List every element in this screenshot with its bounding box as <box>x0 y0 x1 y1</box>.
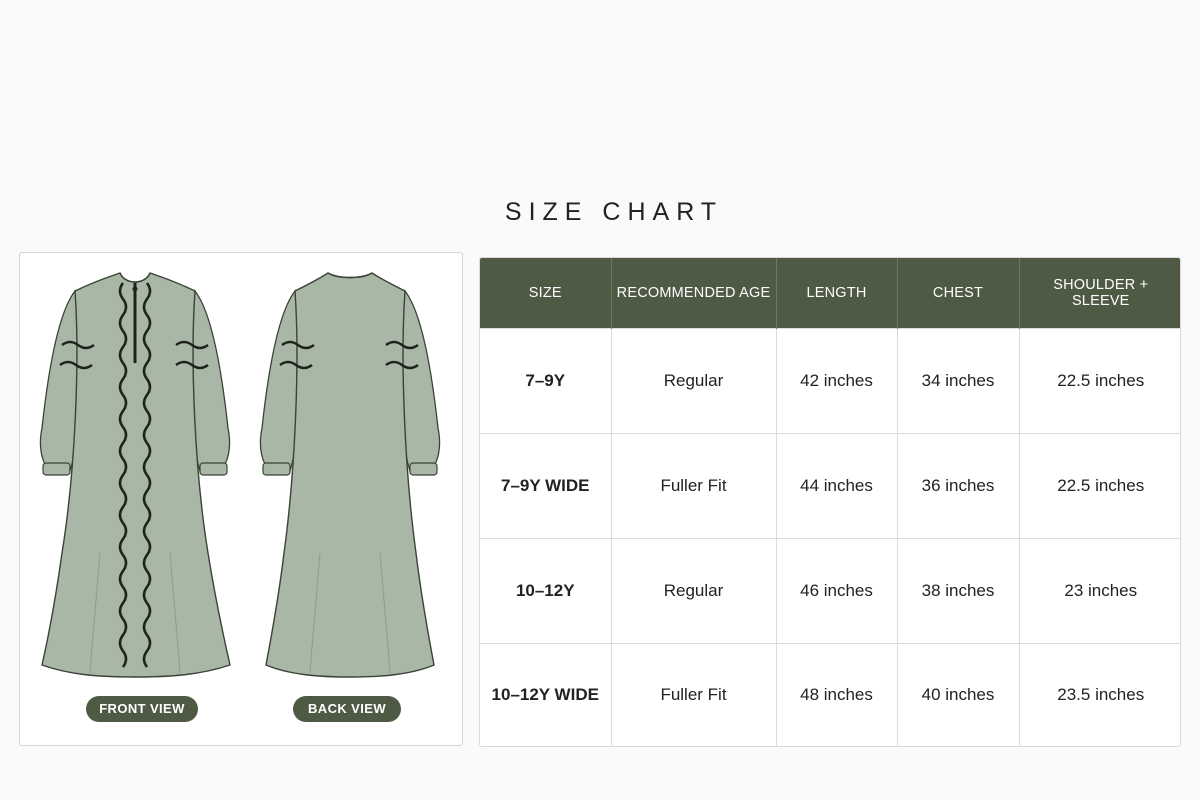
chest-cell: 40 inches <box>897 642 1020 746</box>
table-row: 7–9Y WIDE Fuller Fit 44 inches 36 inches… <box>480 432 1180 539</box>
shoulder-sleeve-cell: 22.5 inches <box>1019 432 1180 539</box>
shoulder-sleeve-cell: 23.5 inches <box>1019 642 1180 746</box>
age-cell: Fuller Fit <box>611 642 777 746</box>
shoulder-sleeve-cell: 22.5 inches <box>1019 328 1180 434</box>
column-header-size: SIZE <box>480 258 612 329</box>
chest-cell: 36 inches <box>897 432 1020 539</box>
length-cell: 48 inches <box>776 642 898 746</box>
table-header-row: SIZE RECOMMENDED AGE LENGTH CHEST SHOULD… <box>480 258 1180 329</box>
chest-cell: 38 inches <box>897 537 1020 644</box>
age-cell: Regular <box>611 537 777 644</box>
size-chart-table: SIZE RECOMMENDED AGE LENGTH CHEST SHOULD… <box>479 257 1181 747</box>
age-cell: Regular <box>611 328 777 434</box>
table-row: 10–12Y WIDE Fuller Fit 48 inches 40 inch… <box>480 642 1180 746</box>
column-header-chest: CHEST <box>897 258 1020 329</box>
size-cell: 10–12Y WIDE <box>480 642 612 746</box>
length-cell: 46 inches <box>776 537 898 644</box>
back-view-label: BACK VIEW <box>293 696 401 722</box>
size-cell: 10–12Y <box>480 537 612 644</box>
table-row: 10–12Y Regular 46 inches 38 inches 23 in… <box>480 537 1180 644</box>
page-title: SIZE CHART <box>504 198 724 226</box>
column-header-recommended-age: RECOMMENDED AGE <box>611 258 777 329</box>
garment-illustration-panel: FRONT VIEW BACK VIEW <box>19 252 463 746</box>
table-row: 7–9Y Regular 42 inches 34 inches 22.5 in… <box>480 328 1180 434</box>
column-header-length: LENGTH <box>776 258 898 329</box>
front-view-label: FRONT VIEW <box>86 696 198 722</box>
size-cell: 7–9Y <box>480 328 612 434</box>
column-header-shoulder-sleeve: SHOULDER + SLEEVE <box>1019 258 1180 329</box>
size-cell: 7–9Y WIDE <box>480 432 612 539</box>
garment-illustration <box>39 272 441 678</box>
age-cell: Fuller Fit <box>611 432 777 539</box>
back-view-dress <box>259 272 441 678</box>
length-cell: 42 inches <box>776 328 898 434</box>
front-view-dress <box>39 272 231 678</box>
chest-cell: 34 inches <box>897 328 1020 434</box>
shoulder-sleeve-cell: 23 inches <box>1019 537 1180 644</box>
length-cell: 44 inches <box>776 432 898 539</box>
